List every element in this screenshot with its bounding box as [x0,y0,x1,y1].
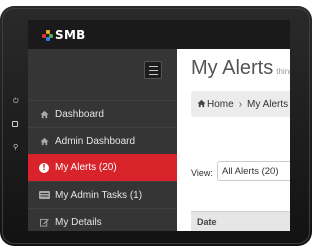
app-screen: SMB Dashboard Admin Dashboard ! My Alert… [28,20,290,231]
view-select[interactable]: All Alerts (20) [217,161,290,181]
tablet-device: ⏻ ⚲ SMB Dashboard Admin Dashboard ! My A… [0,0,318,251]
hamburger-bar [149,70,158,71]
breadcrumb-home-link[interactable]: Home [207,99,234,110]
sidebar-item-my-admin-tasks[interactable]: My Admin Tasks (1) [28,181,177,208]
home-button-icon[interactable] [12,121,18,127]
power-icon[interactable]: ⏻ [13,97,19,105]
sidebar-item-label: My Details [55,216,102,228]
logo-star-icon [42,29,53,41]
table-header-row: Date [191,211,290,231]
chevron-right-icon: › [238,98,243,110]
sidebar-item-label: My Admin Tasks (1) [55,189,143,201]
sidebar: Dashboard Admin Dashboard ! My Alerts (2… [28,49,177,231]
column-header-date[interactable]: Date [197,217,217,227]
sidebar-item-dashboard[interactable]: Dashboard [28,100,177,127]
page-subtitle: thing [276,67,290,76]
alert-icon: ! [38,162,50,173]
view-label: View: [191,168,213,178]
view-select-value: All Alerts (20) [222,165,279,177]
menu-toggle-button[interactable] [144,61,162,79]
breadcrumb-current: My Alerts [247,98,289,110]
home-icon [197,99,206,110]
home-icon [38,137,50,146]
home-icon [38,110,50,119]
sidebar-item-label: Admin Dashboard [55,135,136,147]
sidebar-item-admin-dashboard[interactable]: Admin Dashboard [28,127,177,154]
page-title: My Alertsthing [191,57,290,80]
sidebar-item-my-alerts[interactable]: ! My Alerts (20) [28,154,177,181]
sidebar-item-my-details[interactable]: My Details [28,208,177,231]
tasks-icon [38,191,50,199]
hamburger-bar [149,74,158,75]
edit-icon [38,218,50,227]
app-logo[interactable]: SMB [42,28,86,42]
page-title-text: My Alerts [191,57,274,79]
sidebar-item-label: My Alerts (20) [55,162,117,173]
hamburger-bar [149,66,158,67]
main-content: My Alertsthing Home › My Alerts View: Al… [177,49,290,231]
top-navbar: SMB [28,20,290,49]
sidebar-item-label: Dashboard [55,108,104,120]
breadcrumb: Home › My Alerts [191,91,290,117]
search-icon[interactable]: ⚲ [13,143,18,151]
logo-text: SMB [55,28,86,42]
